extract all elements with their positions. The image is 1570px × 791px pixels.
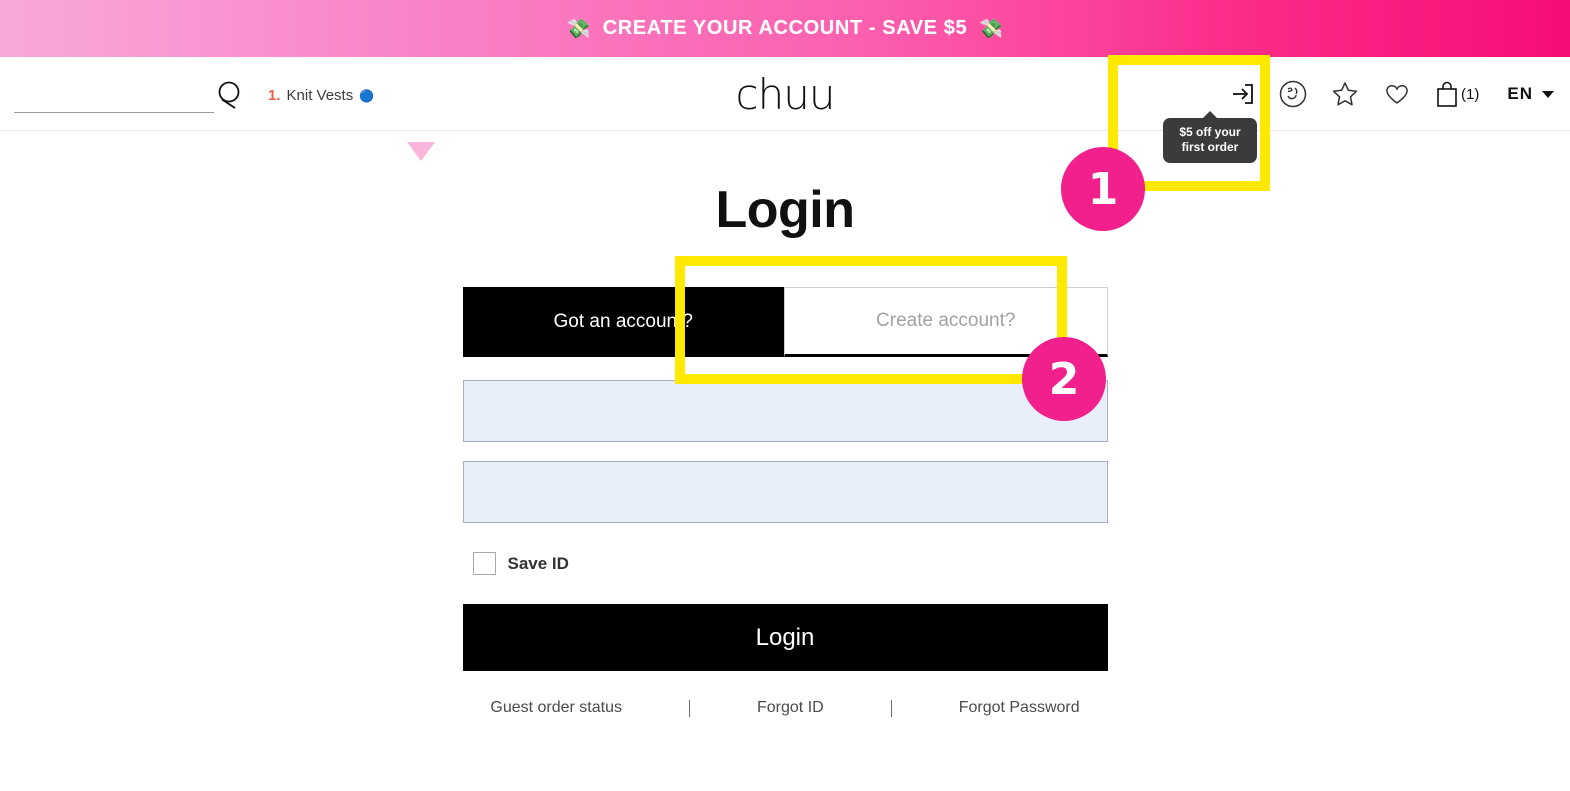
search-icon[interactable] bbox=[214, 79, 248, 113]
money-emoji-left: 💸 bbox=[566, 18, 591, 40]
cart-count: (1) bbox=[1461, 85, 1480, 103]
language-value: EN bbox=[1507, 84, 1533, 103]
search-field-wrapper bbox=[14, 93, 214, 113]
promo-banner-label: CREATE YOUR ACCOUNT - SAVE $5 bbox=[602, 17, 968, 39]
hot-keyword-emoji: 🔵 bbox=[359, 88, 375, 103]
save-id-row: Save ID bbox=[472, 552, 1108, 575]
money-emoji-right: 💸 bbox=[979, 18, 1004, 40]
page-title: Login bbox=[715, 181, 855, 239]
helper-links: Guest order status Forgot ID Forgot Pass… bbox=[463, 699, 1108, 717]
forgot-id-link[interactable]: Forgot ID bbox=[757, 699, 824, 717]
login-button[interactable]: Login bbox=[462, 604, 1108, 671]
promo-banner-text: 💸 CREATE YOUR ACCOUNT - SAVE $5 💸 bbox=[566, 17, 1003, 41]
tab-create-account[interactable]: Create account? bbox=[784, 287, 1108, 357]
save-id-label: Save ID bbox=[507, 553, 569, 573]
save-id-checkbox[interactable] bbox=[472, 552, 496, 575]
language-selector[interactable]: EN bbox=[1507, 84, 1554, 104]
hot-keyword[interactable]: 1. Knit Vests 🔵 bbox=[268, 87, 374, 104]
hot-keyword-label: Knit Vests bbox=[286, 87, 354, 104]
password-input[interactable] bbox=[462, 461, 1108, 523]
shopping-bag-icon[interactable]: (1) bbox=[1434, 80, 1479, 108]
link-separator bbox=[689, 699, 690, 717]
tab-got-an-account-label: Got an account? bbox=[553, 311, 693, 332]
forgot-password-link[interactable]: Forgot Password bbox=[959, 699, 1080, 717]
face-icon[interactable] bbox=[1278, 79, 1308, 109]
tab-create-account-label: Create account? bbox=[876, 310, 1016, 331]
login-form: Got an account? Create account? Save ID … bbox=[462, 287, 1108, 717]
heart-icon[interactable] bbox=[1382, 79, 1412, 109]
header-actions: (1) EN bbox=[1228, 57, 1554, 131]
link-separator bbox=[890, 699, 892, 717]
tab-got-an-account[interactable]: Got an account? bbox=[462, 287, 784, 357]
hot-keyword-rank: 1. bbox=[268, 87, 281, 104]
search-input[interactable] bbox=[14, 93, 214, 113]
star-icon[interactable] bbox=[1330, 79, 1360, 109]
login-main: Login Got an account? Create account? Sa… bbox=[0, 131, 1570, 717]
login-page: 💸 CREATE YOUR ACCOUNT - SAVE $5 💸 1. Kni… bbox=[0, 0, 1570, 791]
id-input[interactable] bbox=[462, 380, 1108, 442]
brand-logo-text: chuu bbox=[735, 69, 836, 119]
guest-order-status-link[interactable]: Guest order status bbox=[490, 699, 622, 717]
chevron-down-icon bbox=[1542, 90, 1554, 98]
promo-banner[interactable]: 💸 CREATE YOUR ACCOUNT - SAVE $5 💸 bbox=[0, 0, 1570, 57]
login-arrow-icon[interactable] bbox=[1228, 80, 1256, 108]
account-tabs: Got an account? Create account? bbox=[462, 287, 1108, 357]
